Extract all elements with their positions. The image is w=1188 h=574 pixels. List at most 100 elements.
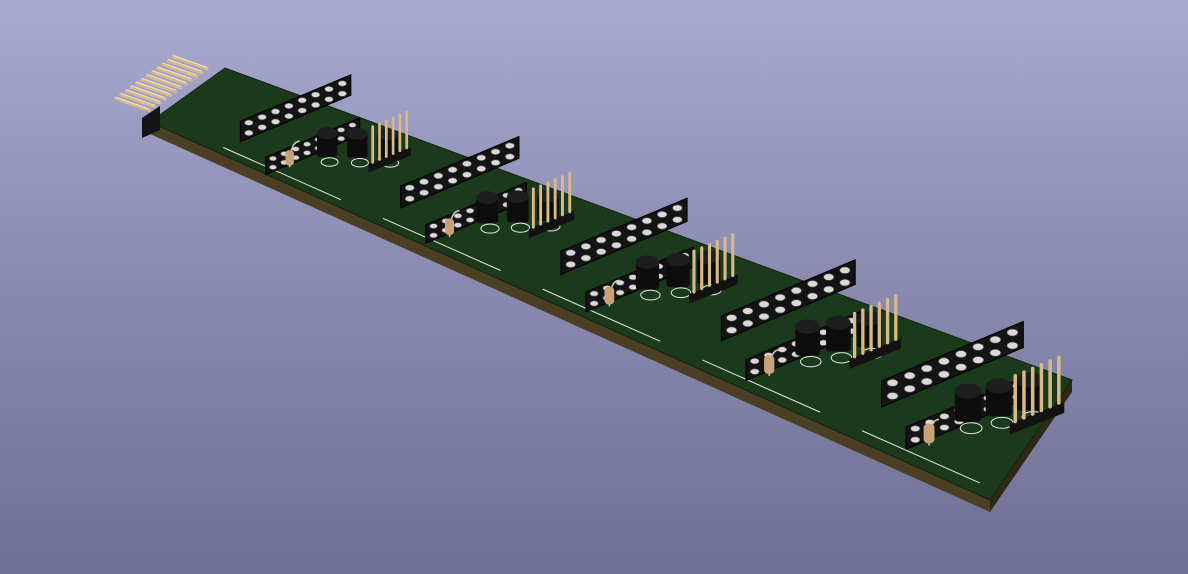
ic-socket-contact bbox=[462, 160, 472, 167]
ic-socket-contact bbox=[490, 159, 501, 166]
circuit-modules bbox=[223, 74, 1065, 484]
ic-socket-contact bbox=[565, 261, 576, 268]
ic-socket-contact bbox=[303, 150, 311, 156]
ic-socket-contact bbox=[656, 222, 668, 230]
ic-socket-contact bbox=[839, 266, 851, 274]
ic-socket-contact bbox=[672, 216, 683, 224]
ic-socket-contact bbox=[758, 313, 770, 321]
ic-socket-contact bbox=[839, 279, 851, 287]
ic-socket-contact bbox=[989, 335, 1002, 344]
transistor-top bbox=[506, 190, 529, 204]
ic-socket-contact bbox=[742, 319, 754, 328]
3d-viewer[interactable] bbox=[0, 0, 1188, 574]
transistor-top bbox=[795, 319, 821, 334]
ic-socket-contact bbox=[337, 80, 347, 87]
ic-socket-contact bbox=[955, 363, 967, 371]
ic-socket-contact bbox=[742, 307, 754, 315]
transistor-top bbox=[347, 127, 368, 140]
ic-socket-contact bbox=[611, 230, 622, 238]
ic-socket-contact bbox=[433, 183, 444, 190]
ic-socket-contact bbox=[490, 148, 501, 155]
transistor-top bbox=[826, 315, 851, 330]
ic-socket-contact bbox=[453, 213, 463, 219]
ic-socket-contact bbox=[270, 118, 281, 125]
ic-socket-contact bbox=[589, 300, 599, 307]
ic-socket-contact bbox=[429, 223, 438, 229]
ic-socket-contact bbox=[589, 290, 599, 297]
ic-socket-contact bbox=[476, 154, 487, 161]
ic-socket-contact bbox=[337, 90, 347, 97]
ic-socket-contact bbox=[615, 289, 625, 296]
transistor-top bbox=[666, 252, 690, 267]
ic-socket-contact bbox=[972, 356, 984, 364]
ic-socket-contact bbox=[626, 235, 637, 243]
ic-socket-contact bbox=[750, 368, 760, 375]
transistor-top bbox=[954, 383, 981, 399]
ic-socket-contact bbox=[611, 241, 622, 249]
ic-socket-contact bbox=[447, 177, 458, 184]
ic-socket-contact bbox=[269, 164, 277, 170]
ic-socket-contact bbox=[972, 343, 984, 351]
resistor-body bbox=[923, 423, 935, 444]
ic-socket-contact bbox=[939, 413, 950, 420]
ic-socket-contact bbox=[790, 299, 802, 307]
ic-socket-contact bbox=[303, 141, 311, 147]
ic-socket-contact bbox=[790, 287, 802, 295]
ic-socket-contact bbox=[807, 292, 818, 300]
ic-socket-contact bbox=[337, 127, 346, 133]
ic-socket-contact bbox=[641, 229, 653, 236]
ic-socket-contact bbox=[903, 384, 916, 393]
ic-socket-contact bbox=[903, 371, 916, 380]
ic-socket-contact bbox=[777, 356, 787, 364]
pcb-3d-scene[interactable] bbox=[0, 0, 1188, 574]
ic-socket-contact bbox=[505, 153, 515, 160]
ic-socket-contact bbox=[257, 114, 267, 121]
resistor-body bbox=[764, 355, 775, 374]
ic-socket-contact bbox=[404, 195, 415, 202]
ic-socket-contact bbox=[596, 248, 607, 256]
ic-socket-contact bbox=[465, 207, 475, 214]
ic-socket-contact bbox=[284, 102, 294, 109]
ic-socket-contact bbox=[921, 377, 933, 386]
ic-socket-contact bbox=[433, 172, 444, 179]
ic-socket-contact bbox=[955, 350, 967, 358]
ic-socket-contact bbox=[886, 379, 899, 387]
ic-socket-contact bbox=[774, 306, 786, 314]
ic-socket-contact bbox=[1006, 328, 1019, 337]
ic-socket-contact bbox=[921, 364, 933, 373]
ic-socket-contact bbox=[823, 273, 835, 281]
ic-socket-contact bbox=[476, 165, 487, 172]
transistor-top bbox=[1016, 372, 1043, 388]
ic-socket-contact bbox=[269, 155, 277, 162]
ic-socket-contact bbox=[774, 293, 786, 302]
ic-socket-contact bbox=[807, 280, 818, 288]
ic-socket-contact bbox=[672, 204, 683, 212]
transistor-top bbox=[316, 127, 338, 140]
ic-socket-contact bbox=[505, 142, 515, 149]
ic-socket-contact bbox=[257, 124, 267, 131]
ic-socket-contact bbox=[750, 358, 760, 365]
ic-socket-contact bbox=[823, 285, 835, 294]
ic-socket-contact bbox=[938, 357, 950, 366]
ic-socket-contact bbox=[348, 122, 357, 128]
ic-socket-contact bbox=[641, 217, 653, 225]
ic-socket-contact bbox=[297, 97, 307, 104]
ic-socket-contact bbox=[462, 171, 472, 178]
ic-socket-contact bbox=[726, 314, 738, 322]
transistor-top bbox=[476, 191, 499, 204]
ic-socket-contact bbox=[324, 86, 334, 93]
ic-socket-contact bbox=[337, 135, 346, 142]
ic-socket-contact bbox=[626, 223, 637, 231]
ic-socket-contact bbox=[726, 326, 738, 334]
ic-socket-contact bbox=[580, 243, 592, 250]
resistor-body bbox=[285, 150, 294, 166]
ic-socket-contact bbox=[596, 236, 607, 244]
ic-socket-contact bbox=[324, 96, 334, 103]
ic-socket-contact bbox=[910, 425, 921, 432]
ic-socket-contact bbox=[404, 184, 415, 191]
ic-socket-contact bbox=[910, 436, 921, 444]
ic-socket-contact bbox=[758, 300, 770, 308]
ic-socket-contact bbox=[453, 222, 463, 228]
ic-socket-contact bbox=[580, 254, 592, 262]
transistor-top bbox=[985, 378, 1012, 394]
